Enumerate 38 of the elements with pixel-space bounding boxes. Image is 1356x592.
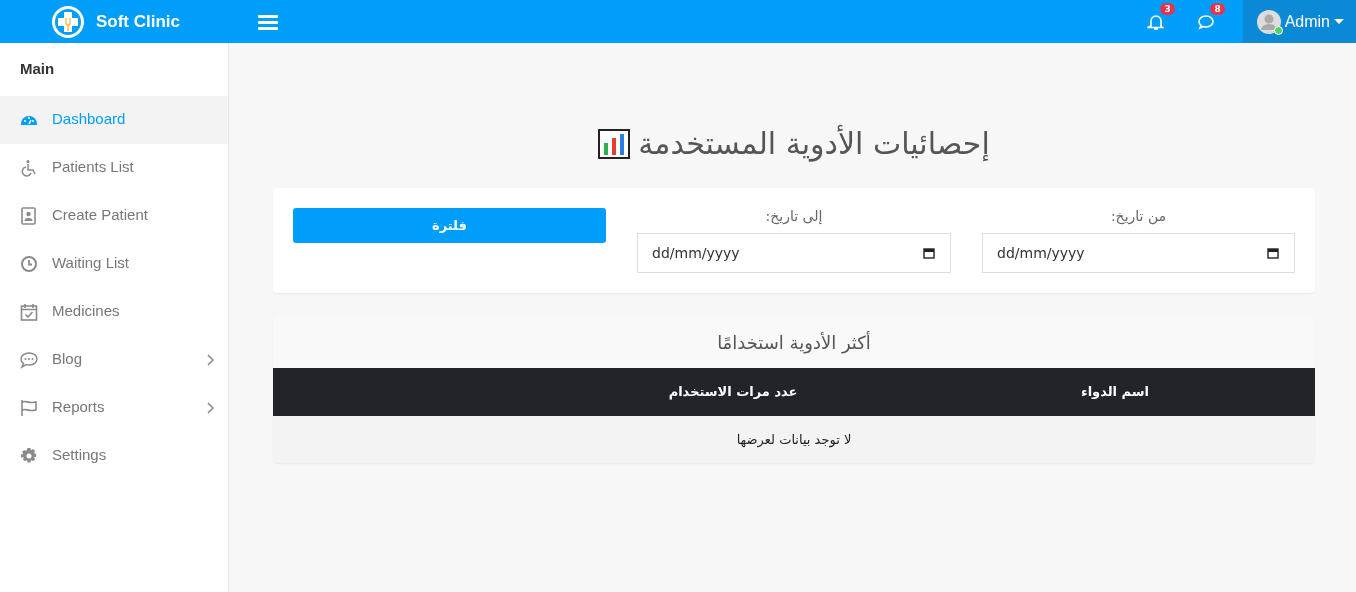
caret-icon <box>1334 18 1344 25</box>
field-label: إلى تاريخ: <box>764 207 824 227</box>
clock-icon <box>20 254 38 273</box>
avatar-icon <box>1256 9 1281 34</box>
brand-name[interactable]: Soft Clinic <box>95 8 181 35</box>
calendar-check-icon <box>20 302 38 321</box>
user-menu[interactable]: Admin <box>1242 0 1356 43</box>
date-field[interactable]: dd/mm/yyyy <box>637 233 951 273</box>
field-label: من تاريخ: <box>1109 207 1168 227</box>
sidebar-item[interactable]: Waiting List <box>0 239 228 288</box>
logo-icon <box>49 3 86 40</box>
calendar-icon <box>923 247 935 259</box>
column-header: عدد مرات الاستخدام <box>668 384 798 399</box>
wheelchair-icon <box>20 158 38 177</box>
sidebar-item[interactable]: Medicines <box>0 287 228 336</box>
section-heading: Main <box>19 59 56 79</box>
sidebar-item[interactable]: Blog <box>0 335 228 384</box>
message-count: 8 <box>1210 2 1225 16</box>
sidebar-item[interactable]: Create Patient <box>0 191 228 240</box>
filter-button[interactable]: فلترة <box>293 208 606 243</box>
sidebar-item[interactable]: Dashboard <box>0 95 228 144</box>
empty-message: لا توجد بيانات لعرضها <box>736 431 852 447</box>
flag-icon <box>20 398 38 417</box>
chat-icon <box>1196 12 1215 31</box>
table-title: أكثر الأدوية استخدامًا <box>716 330 872 356</box>
bar-chart-icon <box>598 128 631 159</box>
sidebar-item[interactable]: Reports <box>0 383 228 432</box>
sidebar-item[interactable]: Patients List <box>0 143 228 192</box>
date-field[interactable]: dd/mm/yyyy <box>982 233 1295 273</box>
settings-icon <box>20 446 38 465</box>
sidebar-item[interactable]: Settings <box>0 431 228 480</box>
notification-count: 3 <box>1160 2 1175 16</box>
contact-card-icon <box>20 206 38 225</box>
chat-icon <box>20 350 38 369</box>
page-title: إحصائيات الأدوية المستخدمة <box>638 123 990 164</box>
bell-icon <box>1146 12 1165 31</box>
calendar-icon <box>1267 247 1279 259</box>
column-header: اسم الدواء <box>1081 384 1149 399</box>
